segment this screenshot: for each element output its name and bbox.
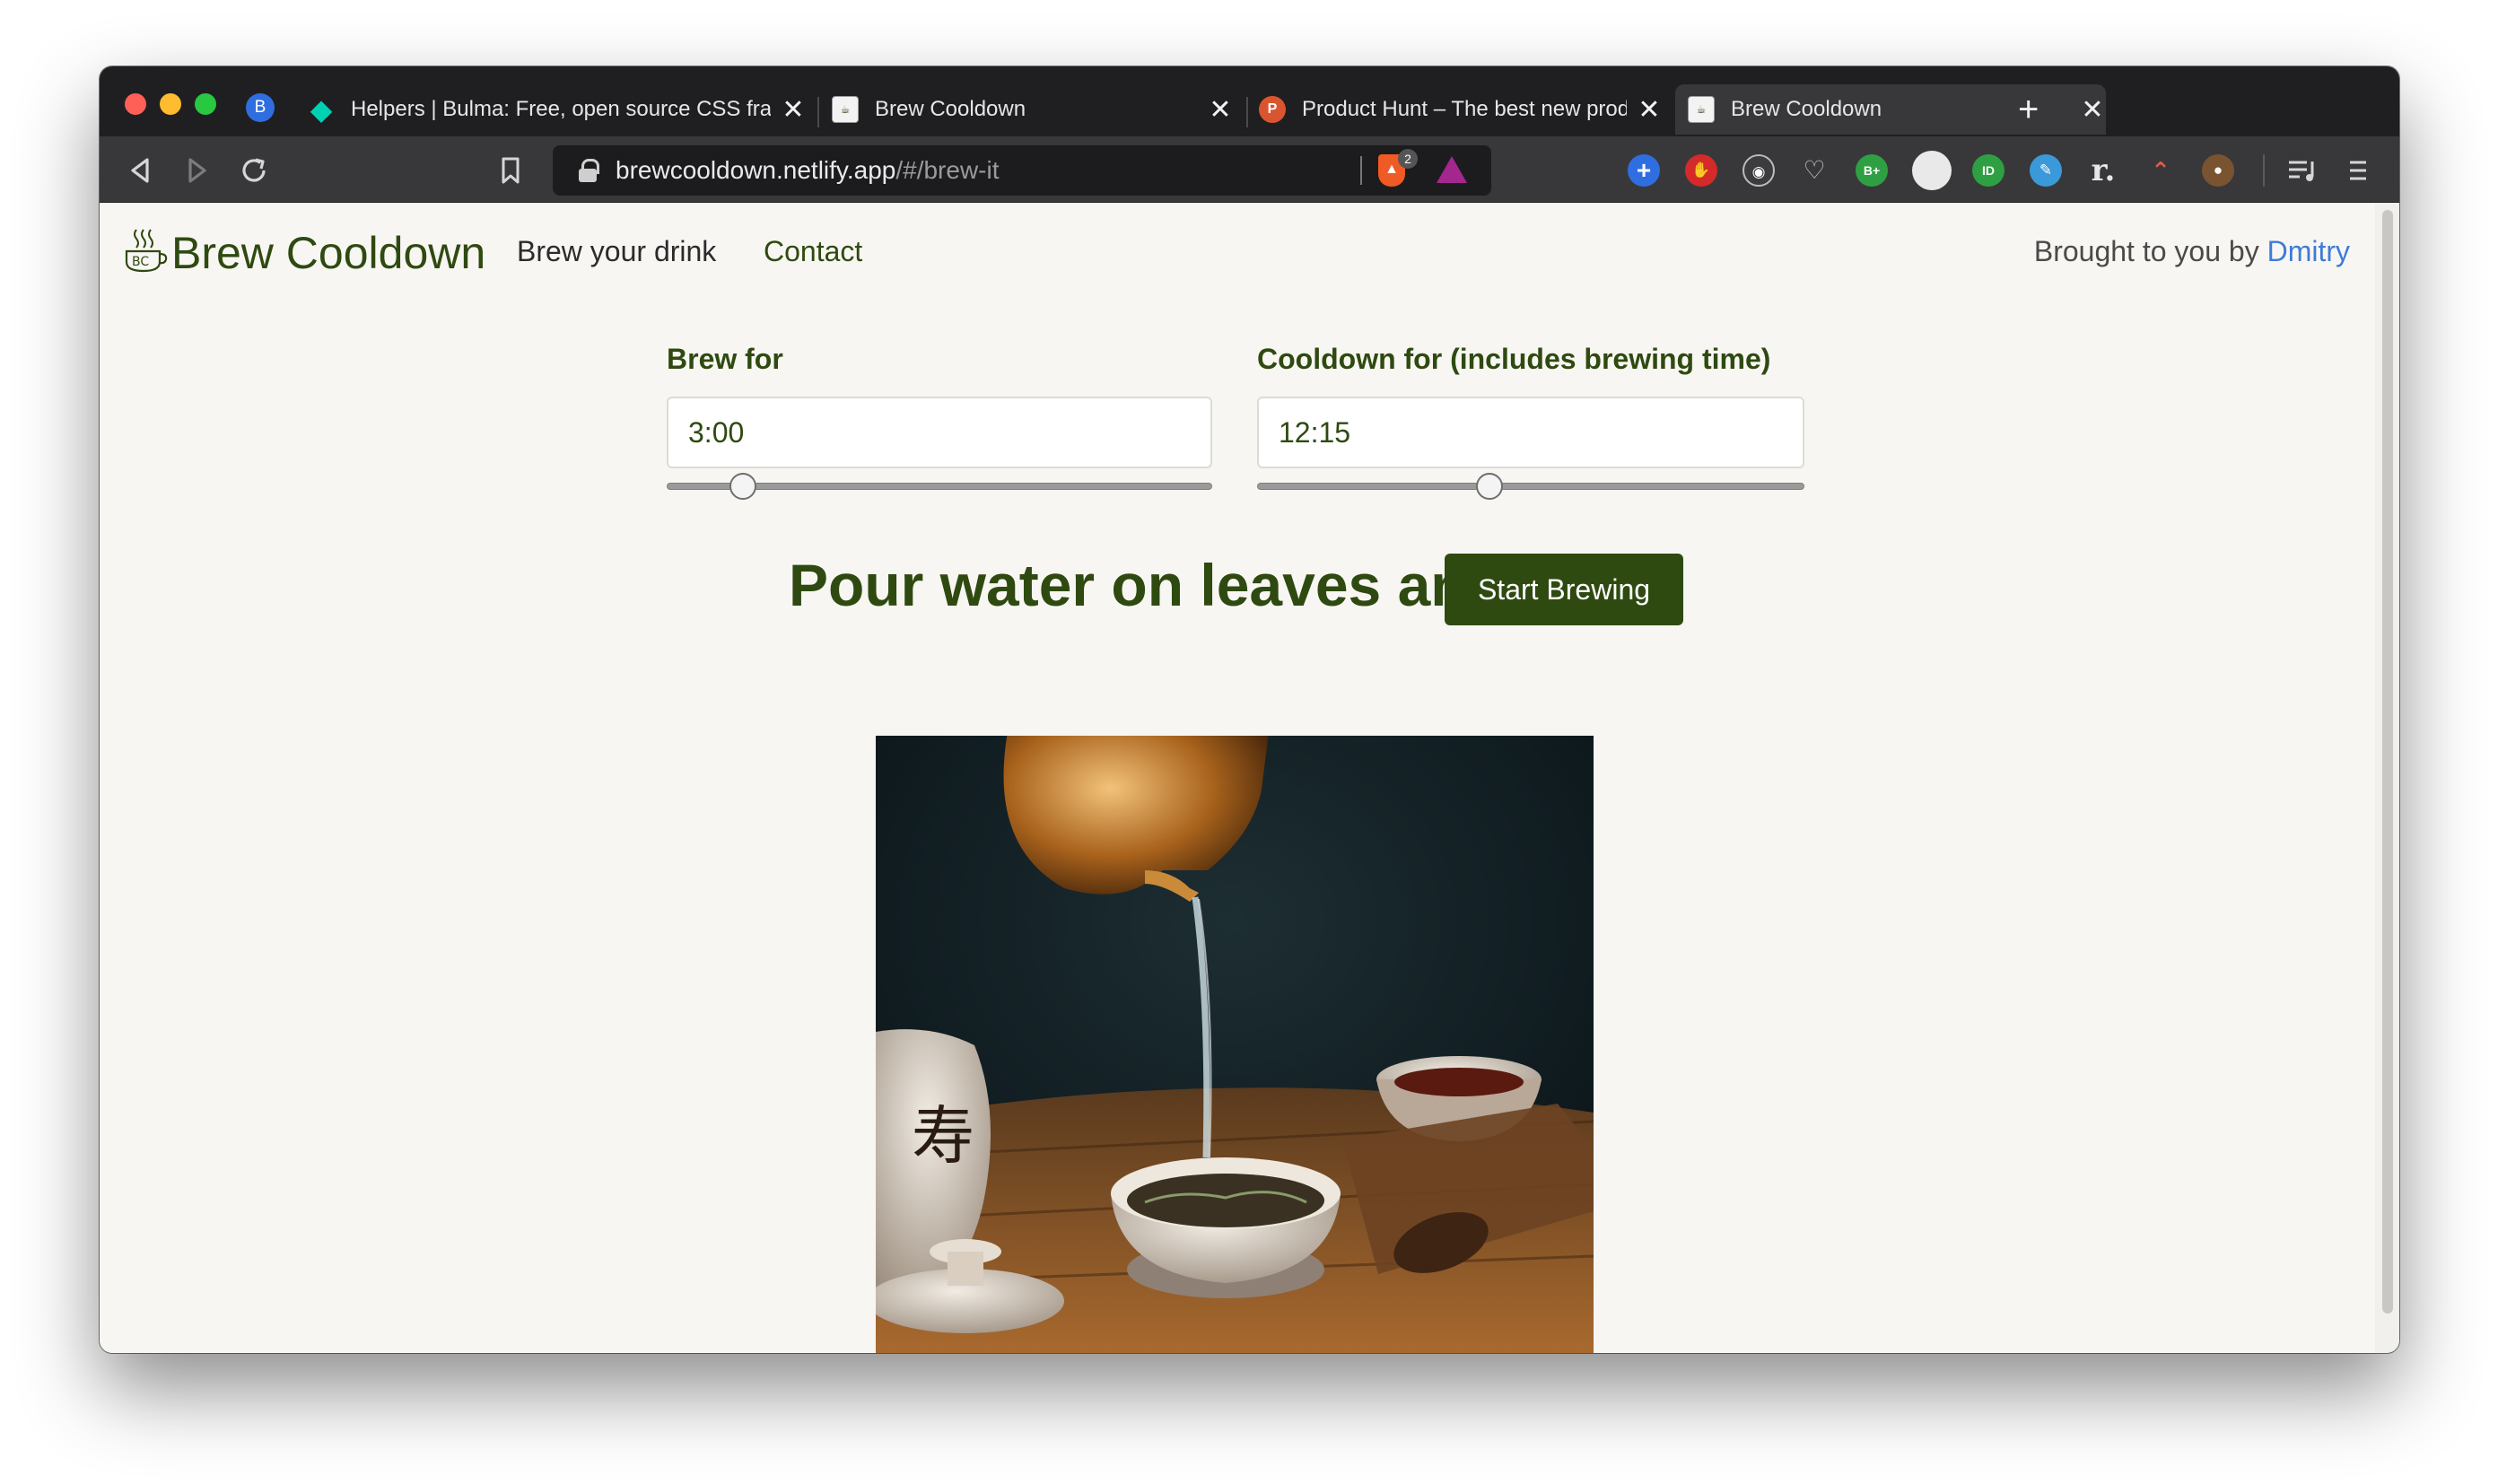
- minimize-window-button[interactable]: [160, 93, 181, 115]
- pour-water-heading: Pour water on leaves and: [789, 552, 1503, 618]
- brew-time-input[interactable]: 3:00: [667, 397, 1212, 468]
- brew-for-label: Brew for: [667, 343, 783, 375]
- bookmark-icon[interactable]: [493, 153, 528, 188]
- tab-product-hunt[interactable]: P Product Hunt – The best new products i…: [1259, 84, 1663, 135]
- nav-link-brew-your-drink[interactable]: Brew your drink: [517, 235, 716, 268]
- close-window-button[interactable]: [125, 93, 146, 115]
- bulma-icon: ◆: [310, 93, 333, 126]
- playlist-icon[interactable]: [2284, 153, 2319, 188]
- web-page: BC Brew Cooldown Brew your drink Contact…: [100, 203, 2375, 1353]
- cooldown-time-input[interactable]: 12:15: [1257, 397, 1804, 468]
- tab-title: Brew Cooldown: [875, 97, 1026, 121]
- white-circle-extension-icon[interactable]: [1912, 151, 1952, 190]
- menu-icon[interactable]: [2340, 153, 2376, 188]
- arrow-extension-icon[interactable]: ⌃: [2144, 154, 2177, 187]
- toolbar-divider: [2263, 154, 2265, 187]
- brew-cooldown-logo[interactable]: BC: [122, 226, 169, 275]
- new-tab-button[interactable]: +: [2018, 90, 2039, 129]
- brave-rewards-icon[interactable]: [1437, 156, 1467, 183]
- close-icon[interactable]: ✕: [1207, 94, 1234, 126]
- browser-window: B ◆ Helpers | Bulma: Free, open source C…: [100, 66, 2399, 1353]
- tab-divider: [1246, 97, 1248, 127]
- site-brand[interactable]: Brew Cooldown: [171, 227, 485, 279]
- brew-time-slider[interactable]: [667, 473, 1212, 500]
- tab-title: Helpers | Bulma: Free, open source CSS f…: [351, 97, 771, 121]
- credit-line: Brought to you by Dmitry: [2034, 235, 2350, 268]
- lock-icon: [578, 159, 599, 182]
- browser-toolbar: brewcooldown.netlify.app /#/brew-it ▲ 2 …: [100, 136, 2399, 203]
- tab-brew-cooldown[interactable]: ☕ Brew Cooldown ✕: [832, 84, 1234, 135]
- close-icon[interactable]: ✕: [780, 94, 807, 126]
- pocket-icon[interactable]: ♡: [1798, 154, 1830, 187]
- close-icon[interactable]: ✕: [1636, 94, 1663, 126]
- readwise-icon[interactable]: r.: [2087, 154, 2119, 187]
- cookie-extension-icon[interactable]: ●: [2202, 154, 2234, 187]
- site-navbar: BC Brew Cooldown Brew your drink Contact…: [100, 203, 2375, 301]
- privacy-badger-icon[interactable]: ◉: [1742, 154, 1775, 187]
- credit-prefix: Brought to you by: [2033, 235, 2259, 267]
- scrollbar-thumb[interactable]: [2382, 210, 2393, 1314]
- nav-link-contact[interactable]: Contact: [764, 235, 862, 268]
- reload-icon[interactable]: [236, 153, 272, 188]
- url-divider: [1360, 156, 1362, 185]
- cooldown-time-slider[interactable]: [1257, 473, 1804, 500]
- author-link[interactable]: Dmitry: [2267, 235, 2350, 267]
- tea-pouring-photo: 寿: [876, 736, 1594, 1353]
- shield-count-badge: 2: [1398, 149, 1418, 169]
- tab-strip: B ◆ Helpers | Bulma: Free, open source C…: [100, 66, 2399, 136]
- id-extension-icon[interactable]: ID: [1972, 154, 2005, 187]
- logo-text: BC: [132, 255, 149, 269]
- tab-title: Product Hunt – The best new products in …: [1302, 97, 1627, 121]
- brew-slider-handle[interactable]: [729, 473, 757, 500]
- forward-icon[interactable]: [179, 153, 214, 188]
- product-hunt-icon: P: [1259, 96, 1286, 123]
- brew-cooldown-icon: ☕: [832, 96, 859, 123]
- close-icon[interactable]: ✕: [2079, 94, 2106, 126]
- adblock-hand-icon[interactable]: ✋: [1685, 154, 1717, 187]
- plus-extension-icon[interactable]: +: [1628, 154, 1660, 187]
- maximize-window-button[interactable]: [195, 93, 216, 115]
- tab-bulma[interactable]: ◆ Helpers | Bulma: Free, open source CSS…: [308, 84, 807, 135]
- cooldown-for-label: Cooldown for (includes brewing time): [1257, 343, 1771, 375]
- cooldown-slider-handle[interactable]: [1475, 473, 1503, 500]
- tab-brew-cooldown-active[interactable]: ☕ Brew Cooldown ✕: [1675, 84, 2106, 135]
- address-bar[interactable]: brewcooldown.netlify.app /#/brew-it ▲ 2: [553, 145, 1491, 196]
- tab-divider: [817, 97, 819, 127]
- url-host: brewcooldown.netlify.app: [616, 156, 896, 184]
- feather-extension-icon[interactable]: ✎: [2030, 154, 2062, 187]
- page-scrollbar[interactable]: [2375, 203, 2399, 1353]
- profile-avatar[interactable]: B: [246, 93, 275, 122]
- back-icon[interactable]: [123, 153, 159, 188]
- start-brewing-button[interactable]: Start Brewing: [1445, 554, 1683, 625]
- brew-cooldown-icon: ☕: [1688, 96, 1715, 123]
- svg-text:寿: 寿: [912, 1099, 974, 1173]
- bplus-extension-icon[interactable]: B+: [1856, 154, 1888, 187]
- url-path: /#/brew-it: [895, 156, 1000, 184]
